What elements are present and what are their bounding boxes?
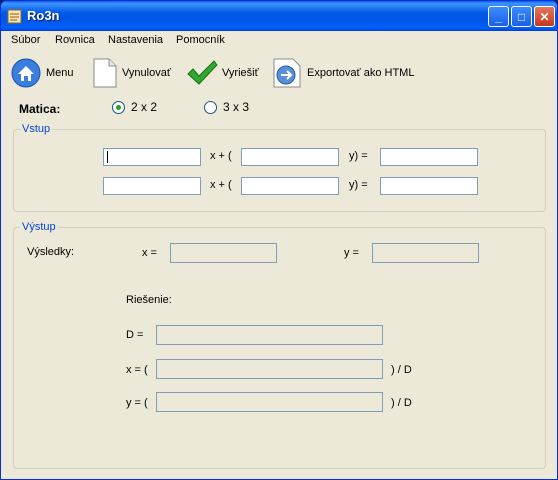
- input-group: Vstup x + ( y) = x + ( y) =: [13, 123, 546, 212]
- export-button[interactable]: Exportovať ako HTML: [271, 56, 414, 90]
- solution-label: Riešenie:: [126, 294, 172, 306]
- a21-input[interactable]: [103, 177, 201, 195]
- menu-subor[interactable]: Súbor: [11, 34, 40, 46]
- menu-bar: Súbor Rovnica Nastavenia Pomocník: [1, 31, 557, 51]
- radio-unchecked-icon: [204, 100, 217, 114]
- menu-button[interactable]: Menu: [10, 56, 74, 90]
- output-group-legend: Výstup: [20, 221, 58, 233]
- solve-button[interactable]: Vyriešiť: [186, 56, 259, 90]
- c2-input[interactable]: [380, 177, 478, 195]
- title-bar[interactable]: Ro3n _ □ ✕: [1, 1, 557, 31]
- radio-3x3-label: 3 x 3: [223, 100, 250, 114]
- output-group: Výstup Výsledky: x = y = Riešenie: D = x…: [13, 221, 546, 469]
- home-icon: [11, 58, 41, 88]
- main-content: Matica: 2 x 2 3 x 3 Vstup x + ( y) = x +…: [1, 94, 557, 479]
- c1-input[interactable]: [380, 148, 478, 166]
- x-solution-field: [156, 359, 383, 379]
- x-plus-label: x + (: [210, 179, 232, 191]
- toolbar: Menu Vynulovať Vyriešiť Exportovať ako H…: [1, 52, 557, 94]
- minimize-button[interactable]: _: [488, 6, 509, 27]
- result-y-field: [372, 243, 479, 263]
- app-window: Ro3n _ □ ✕ Súbor Rovnica Nastavenia Pomo…: [0, 0, 558, 480]
- minimize-icon: _: [495, 9, 502, 24]
- reset-button[interactable]: Vynulovať: [92, 56, 171, 90]
- radio-2x2[interactable]: 2 x 2: [112, 100, 157, 114]
- x-div-d-label: ) / D: [391, 364, 412, 376]
- x-plus-label: x + (: [210, 150, 232, 162]
- close-button[interactable]: ✕: [534, 6, 555, 27]
- y-solution-field: [156, 392, 383, 412]
- document-icon: [93, 58, 117, 88]
- reset-button-label: Vynulovať: [122, 67, 171, 79]
- app-icon: [7, 9, 22, 24]
- radio-2x2-label: 2 x 2: [131, 100, 158, 114]
- x-solution-label: x = (: [126, 364, 148, 376]
- checkmark-icon: [187, 60, 218, 85]
- radio-3x3[interactable]: 3 x 3: [204, 100, 249, 114]
- a11-input[interactable]: [103, 148, 201, 166]
- y-solution-label: y = (: [126, 397, 148, 409]
- result-x-label: x =: [142, 247, 157, 259]
- input-group-legend: Vstup: [20, 123, 53, 135]
- matrix-label: Matica:: [19, 102, 61, 116]
- export-html-icon: [273, 58, 301, 88]
- y-div-d-label: ) / D: [391, 397, 412, 409]
- radio-checked-icon: [112, 100, 125, 114]
- b1-input[interactable]: [241, 148, 339, 166]
- menu-button-label: Menu: [46, 67, 74, 79]
- y-equals-label: y) =: [349, 179, 368, 191]
- y-equals-label: y) =: [349, 150, 368, 162]
- maximize-icon: □: [517, 9, 526, 24]
- window-title: Ro3n: [27, 8, 60, 23]
- menu-rovnica[interactable]: Rovnica: [55, 34, 95, 46]
- solve-button-label: Vyriešiť: [222, 67, 259, 79]
- menu-pomocnik[interactable]: Pomocník: [176, 34, 225, 46]
- determinant-field: [156, 325, 383, 345]
- maximize-button[interactable]: □: [511, 6, 532, 27]
- close-icon: ✕: [539, 9, 550, 24]
- determinant-label: D =: [126, 329, 144, 341]
- b2-input[interactable]: [241, 177, 339, 195]
- export-button-label: Exportovať ako HTML: [307, 67, 415, 79]
- results-label: Výsledky:: [27, 246, 75, 258]
- result-y-label: y =: [344, 247, 359, 259]
- menu-nastavenia[interactable]: Nastavenia: [108, 34, 163, 46]
- result-x-field: [170, 243, 277, 263]
